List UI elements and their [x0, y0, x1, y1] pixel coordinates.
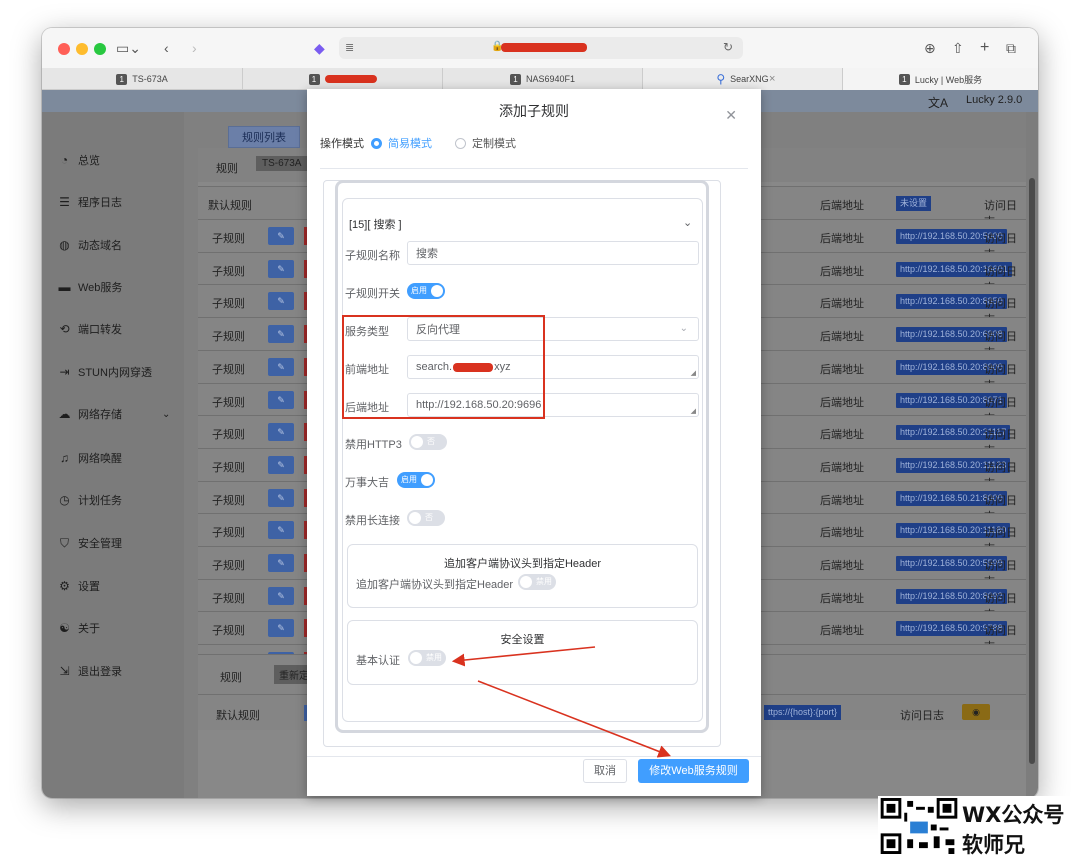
annotation-arrow	[477, 680, 671, 758]
annotation-arrows	[451, 646, 671, 758]
qr-code-icon	[880, 798, 958, 854]
annotation-arrow	[451, 646, 596, 667]
watermark: WX公众号 软师兄	[878, 796, 1080, 857]
watermark-line1: WX公众号	[962, 803, 1065, 827]
watermark-line2: 软师兄	[962, 833, 1025, 857]
